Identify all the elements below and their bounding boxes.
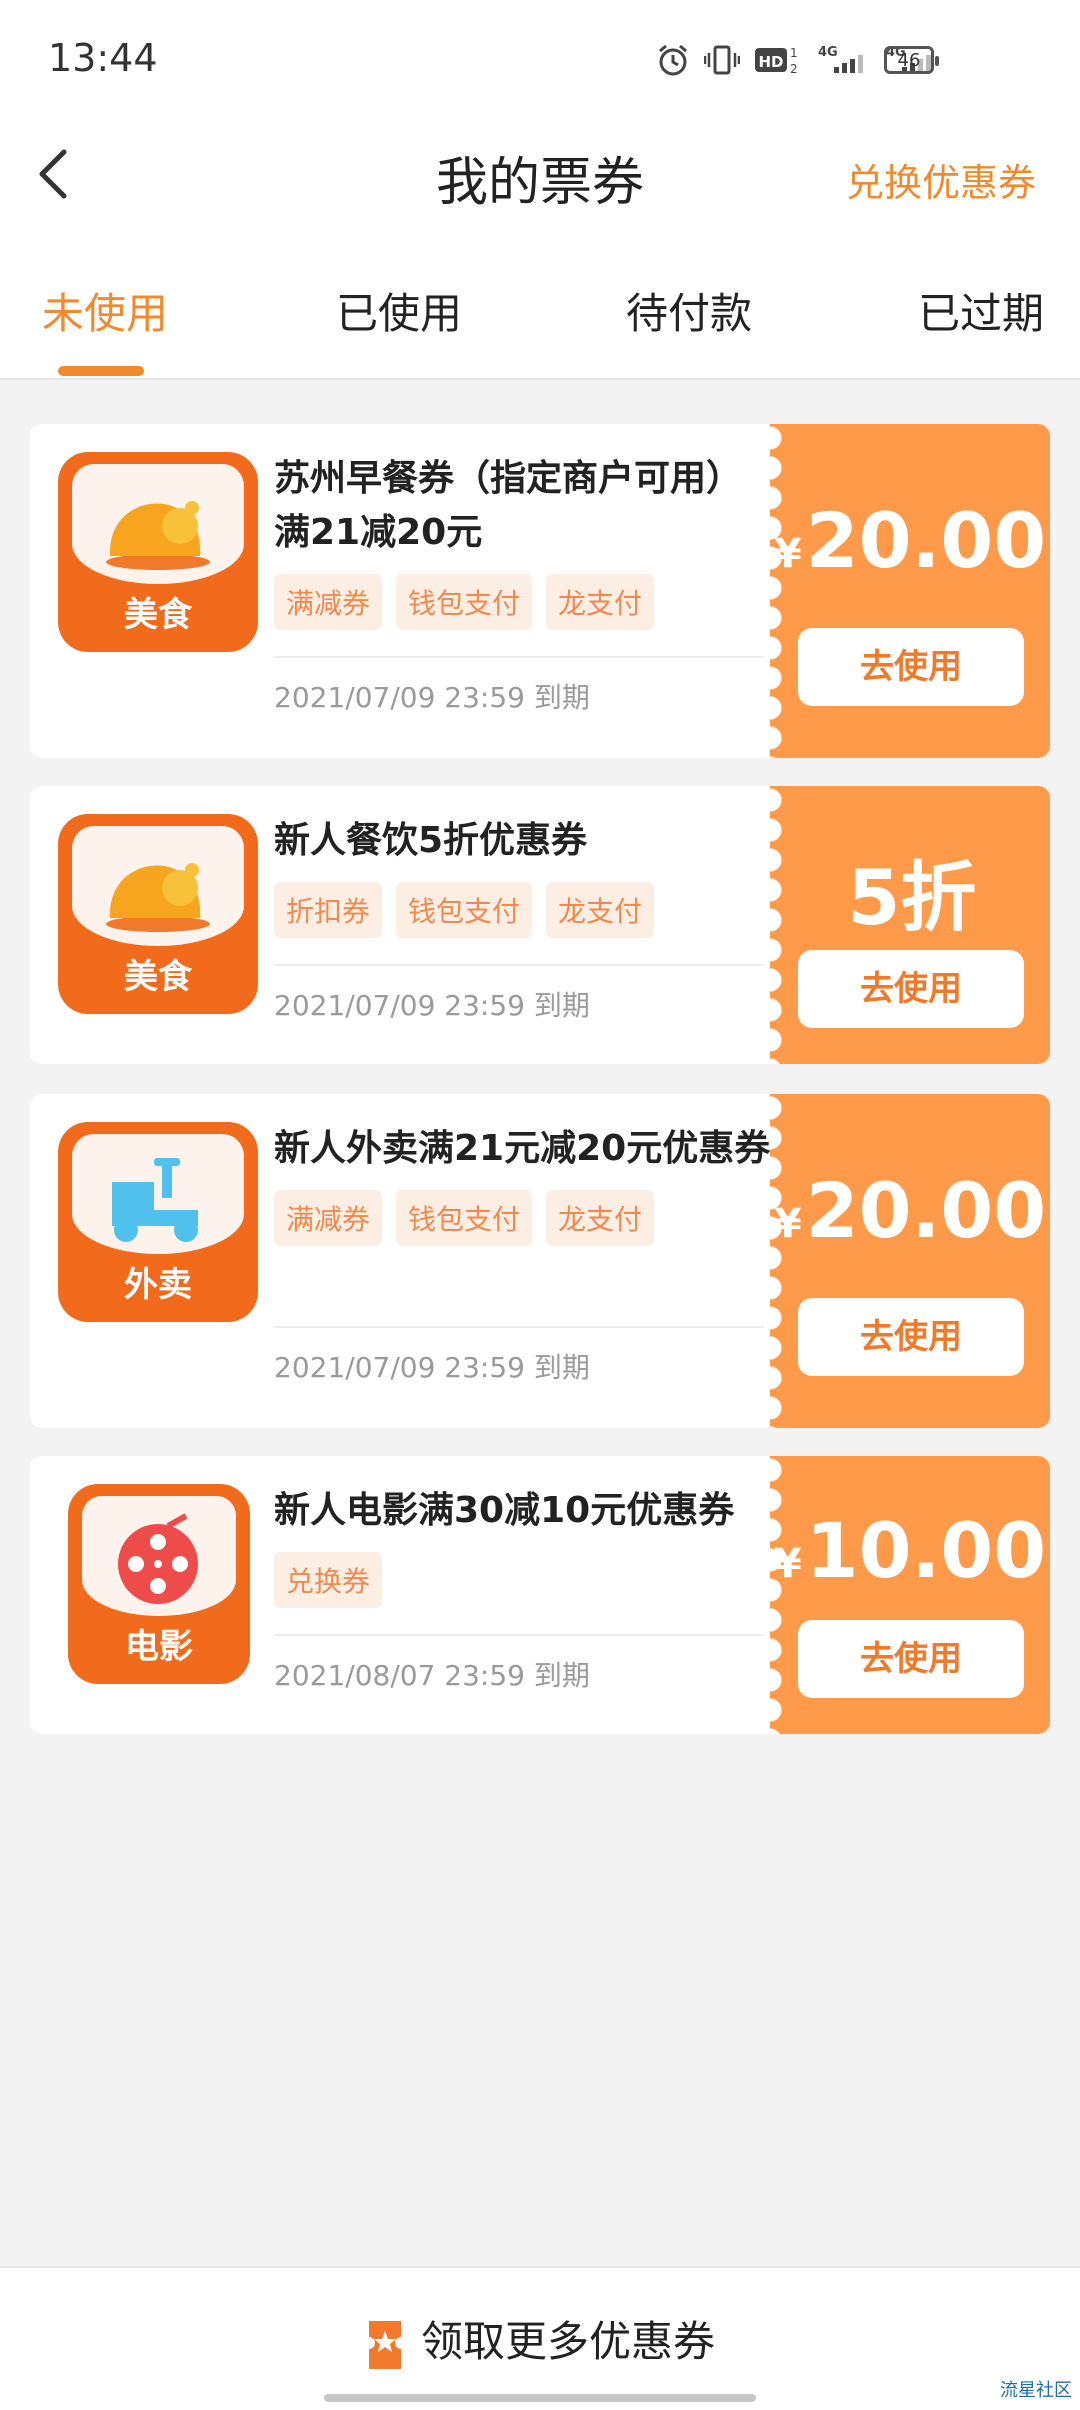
coupon-value-panel: ¥20.00 去使用: [770, 1094, 1050, 1428]
coupon-expire: 2021/07/09 23:59 到期: [274, 1351, 590, 1384]
coupon-tag: 龙支付: [546, 574, 655, 630]
category-label: 外卖: [124, 1265, 192, 1305]
coupon-tag: 兑换券: [274, 1552, 383, 1608]
battery-icon: 46: [884, 46, 939, 74]
use-coupon-button[interactable]: 去使用: [798, 628, 1024, 706]
header: 我的票券 兑换优惠券: [0, 120, 1080, 230]
roast-chicken-icon: [106, 863, 210, 932]
signal-4g-icon-1: 4G: [818, 43, 872, 77]
coupon-amount: ¥20.00: [773, 1166, 1047, 1255]
coupon-tag: 钱包支付: [396, 882, 533, 938]
coupon-tag: 折扣券: [274, 882, 383, 938]
coupon-title: 新人外卖满21元减20元优惠券: [274, 1128, 771, 1169]
watermark: 流星社区: [1000, 2380, 1072, 2401]
coupon-value-panel: ¥20.00 去使用: [770, 424, 1050, 758]
category-icon: 外卖: [58, 1122, 258, 1322]
coupon-title: 新人电影满30减10元优惠券: [274, 1490, 735, 1531]
get-more-coupons-button[interactable]: 领取更多优惠券: [0, 2308, 1080, 2371]
coupon-tag: 钱包支付: [396, 574, 533, 630]
home-indicator[interactable]: [324, 2394, 756, 2402]
tab-indicator: [58, 366, 144, 376]
status-bar: 13:44 HD 1 2 4G 4G 46: [0, 0, 1080, 120]
svg-text:2: 2: [790, 62, 798, 76]
svg-text:HD: HD: [758, 53, 783, 71]
use-coupon-button[interactable]: 去使用: [798, 1298, 1024, 1376]
use-coupon-button[interactable]: 去使用: [798, 950, 1024, 1028]
bottom-bar: 领取更多优惠券 流星社区: [0, 2266, 1080, 2410]
tab-pending-payment[interactable]: 待付款: [626, 280, 752, 341]
roast-chicken-icon: [106, 501, 210, 570]
get-more-coupons-label: 领取更多优惠券: [420, 2317, 715, 2366]
coupon-card[interactable]: 美食 新人餐饮5折优惠券 折扣券 钱包支付 龙支付 2021/07/09 23:…: [30, 786, 1050, 1064]
coupon-tag: 满减券: [274, 1190, 383, 1246]
film-reel-icon: [118, 1513, 198, 1604]
alarm-icon: [656, 43, 690, 77]
category-label: 电影: [125, 1627, 193, 1667]
tab-used[interactable]: 已使用: [336, 280, 462, 341]
coupon-amount: ¥10.00: [773, 1506, 1047, 1595]
coupon-tag: 龙支付: [546, 882, 655, 938]
coupon-value-panel: ¥10.00 去使用: [770, 1456, 1050, 1734]
coupon-tag: 龙支付: [546, 1190, 655, 1246]
scooter-icon: [112, 1158, 198, 1242]
coupon-amount: 5折: [847, 853, 977, 942]
coupon-card[interactable]: 外卖 新人外卖满21元减20元优惠券 满减券 钱包支付 龙支付 2021/07/…: [30, 1094, 1050, 1428]
coupon-title: 新人餐饮5折优惠券: [274, 820, 588, 861]
tab-bar: 未使用 已使用 待付款 已过期: [0, 260, 1080, 380]
category-icon: 美食: [58, 814, 258, 1014]
category-icon: 电影: [68, 1484, 250, 1684]
use-coupon-button[interactable]: 去使用: [798, 1620, 1024, 1698]
coupon-tag: 钱包支付: [396, 1190, 533, 1246]
battery-level: 46: [897, 49, 921, 71]
category-icon: 美食: [58, 452, 258, 652]
coupon-title: 苏州早餐券（指定商户可用）满21减20元: [274, 458, 743, 553]
svg-text:1: 1: [790, 46, 798, 60]
coupon-amount: ¥20.00: [773, 496, 1047, 585]
vibrate-icon: [704, 43, 740, 77]
exchange-coupon-link[interactable]: 兑换优惠券: [846, 152, 1036, 207]
category-label: 美食: [124, 957, 192, 997]
coupon-card[interactable]: 电影 新人电影满30减10元优惠券 兑换券 2021/08/07 23:59 到…: [30, 1456, 1050, 1734]
coupon-expire: 2021/07/09 23:59 到期: [274, 989, 590, 1022]
tab-expired[interactable]: 已过期: [918, 280, 1044, 341]
coupon-value-panel: 5折 去使用: [770, 786, 1050, 1064]
coupon-expire: 2021/08/07 23:59 到期: [274, 1659, 590, 1692]
coupon-tag: 满减券: [274, 574, 383, 630]
svg-text:4G: 4G: [818, 45, 838, 60]
ticket-icon: [365, 2319, 405, 2371]
coupon-card[interactable]: 美食 苏州早餐券（指定商户可用）满21减20元 满减券 钱包支付 龙支付 202…: [30, 424, 1050, 758]
tab-unused[interactable]: 未使用: [42, 280, 168, 341]
category-label: 美食: [124, 595, 192, 635]
status-time: 13:44: [48, 36, 158, 80]
coupon-expire: 2021/07/09 23:59 到期: [274, 681, 590, 714]
hd-icon: HD 1 2: [754, 43, 804, 77]
